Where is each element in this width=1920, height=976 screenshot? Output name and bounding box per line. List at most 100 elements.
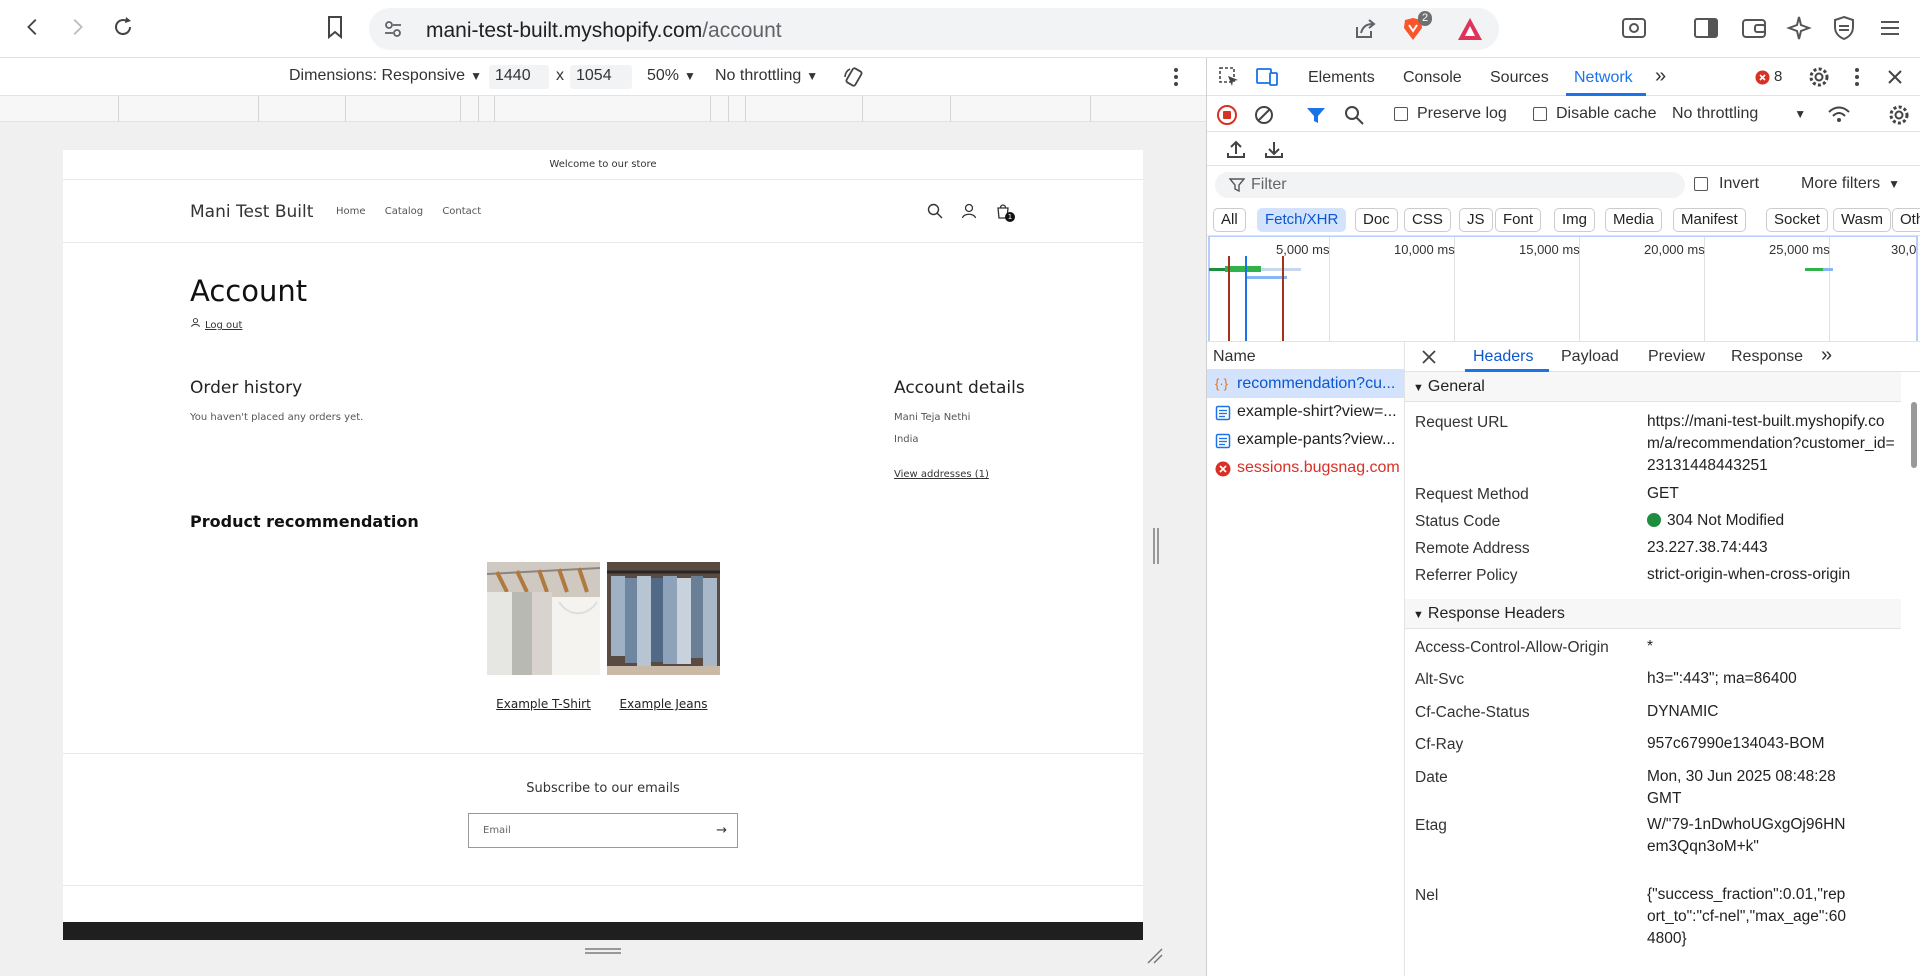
type-filter-doc[interactable]: Doc [1355,208,1398,232]
jeans-photo [607,562,720,675]
more-filters-dropdown[interactable]: More filters ▼ [1801,175,1900,193]
header-key-request-method: Request Method [1415,486,1529,503]
import-har-icon[interactable] [1225,138,1247,160]
zoom-dropdown[interactable]: 50% ▼ [647,67,696,85]
menu-item-catalog[interactable]: Catalog [385,206,423,217]
type-filter-socket[interactable]: Socket [1766,208,1828,232]
export-har-icon[interactable] [1263,138,1285,160]
view-addresses-link[interactable]: View addresses (1) [894,469,989,480]
type-filter-manifest[interactable]: Manifest [1673,208,1746,232]
account-icon[interactable] [960,202,978,220]
email-input[interactable]: Email → [468,813,738,848]
type-filter-font[interactable]: Font [1495,208,1542,232]
brave-rewards-icon[interactable] [1456,16,1484,42]
back-button[interactable] [18,12,48,42]
name-column-header[interactable]: Name [1207,342,1404,370]
close-devtools-icon[interactable] [1883,65,1907,89]
devtools-menu-icon[interactable] [1845,65,1869,89]
network-throttling-dropdown[interactable]: No throttling ▼ [1672,105,1806,123]
detail-scrollbar-thumb[interactable] [1911,402,1917,468]
menu-item-contact[interactable]: Contact [442,206,481,217]
settings-gear-icon[interactable] [1807,65,1831,89]
tab-preview[interactable]: Preview [1648,348,1705,366]
sidebar-toggle-icon[interactable] [1692,14,1720,42]
store-logo[interactable]: Mani Test Built [190,202,313,222]
product-image-jeans[interactable] [607,562,720,675]
request-row-bugsnag[interactable]: sessions.bugsnag.com [1207,454,1404,482]
preserve-log-checkbox[interactable] [1394,107,1408,121]
search-icon[interactable] [926,202,944,220]
header-key-request-url: Request URL [1415,414,1509,431]
wallet-icon[interactable] [1740,14,1768,42]
logout-link[interactable]: Log out [190,317,242,331]
device-toggle-icon[interactable] [1255,65,1279,89]
general-section-header[interactable]: ▼ General [1405,372,1901,402]
product-image-tshirt[interactable] [487,562,600,675]
response-headers-section-header[interactable]: ▼ Response Headers [1405,599,1901,629]
menu-item-home[interactable]: Home [336,206,366,217]
response-header-value: Mon, 30 Jun 2025 08:48:28 GMT [1647,768,1836,807]
width-input[interactable]: 1440 [489,65,549,89]
product-link-tshirt[interactable]: Example T-Shirt [487,697,600,711]
search-network-icon[interactable] [1343,104,1365,126]
resize-corner-icon[interactable] [1146,947,1164,965]
viewport-width-handle[interactable] [1153,528,1159,564]
bookmark-button[interactable] [320,12,350,42]
bookmark-icon [328,16,342,39]
type-filter-css[interactable]: CSS [1404,208,1451,232]
type-filter-js[interactable]: JS [1459,208,1493,232]
network-settings-icon[interactable] [1887,103,1911,127]
rotate-icon[interactable] [842,65,866,89]
network-conditions-icon[interactable] [1827,104,1851,126]
account-details-title: Account details [894,378,1025,398]
request-row-example-shirt[interactable]: example-shirt?view=... [1207,398,1404,426]
more-detail-tabs-icon[interactable]: » [1821,344,1832,367]
disable-cache-checkbox[interactable] [1533,107,1547,121]
response-header-key: Alt-Svc [1415,671,1465,688]
clear-log-icon[interactable] [1253,104,1275,126]
type-filter-media[interactable]: Media [1605,208,1662,232]
network-overview-timeline[interactable]: 5,000 ms 10,000 ms 15,000 ms 20,000 ms 2… [1207,236,1920,342]
tab-network[interactable]: Network [1574,69,1633,87]
error-count[interactable]: 8 [1774,68,1782,85]
address-bar[interactable]: mani-test-built.myshopify.com/account [369,8,1499,50]
vpn-shield-icon[interactable] [1830,14,1858,42]
error-icon[interactable] [1755,70,1770,85]
main-menu-icon[interactable] [1876,14,1904,42]
reader-mode-icon[interactable] [1620,14,1648,42]
subscribe-arrow-icon[interactable]: → [716,823,727,838]
dimensions-dropdown[interactable]: Dimensions: Responsive ▼ [289,67,482,85]
invert-checkbox[interactable] [1694,177,1708,191]
forward-button[interactable] [62,12,92,42]
height-input[interactable]: 1054 [570,65,632,89]
type-filter-wasm[interactable]: Wasm [1833,208,1891,232]
inspect-element-icon[interactable] [1217,65,1241,89]
share-icon[interactable] [1353,17,1377,41]
site-settings-icon[interactable] [383,19,403,39]
tab-payload[interactable]: Payload [1561,348,1619,366]
more-tabs-icon[interactable]: » [1655,65,1666,88]
tab-elements[interactable]: Elements [1308,69,1375,87]
close-detail-icon[interactable] [1421,349,1437,365]
record-stop-icon[interactable] [1216,104,1238,126]
url-text[interactable]: mani-test-built.myshopify.com/account [426,19,782,43]
tab-response[interactable]: Response [1731,348,1803,366]
tab-headers[interactable]: Headers [1473,348,1533,366]
tab-console[interactable]: Console [1403,69,1462,87]
type-filter-all[interactable]: All [1213,208,1246,232]
type-filter-other[interactable]: Other [1892,208,1920,232]
filter-funnel-icon[interactable] [1305,104,1327,126]
type-filter-img[interactable]: Img [1554,208,1596,232]
filter-input[interactable]: Filter [1215,172,1685,198]
header-key-status-code: Status Code [1415,513,1501,530]
tab-sources[interactable]: Sources [1490,69,1549,87]
request-row-example-pants[interactable]: example-pants?view... [1207,426,1404,454]
leo-ai-icon[interactable] [1785,14,1813,42]
type-filter-fetch-xhr[interactable]: Fetch/XHR [1257,208,1347,232]
more-options-icon[interactable] [1166,66,1186,88]
product-link-jeans[interactable]: Example Jeans [607,697,720,711]
throttling-dropdown[interactable]: No throttling ▼ [715,67,818,85]
reload-button[interactable] [108,12,138,42]
request-row-recommendation[interactable]: {·} recommendation?cu... [1207,370,1404,398]
viewport-height-handle[interactable] [585,948,621,954]
